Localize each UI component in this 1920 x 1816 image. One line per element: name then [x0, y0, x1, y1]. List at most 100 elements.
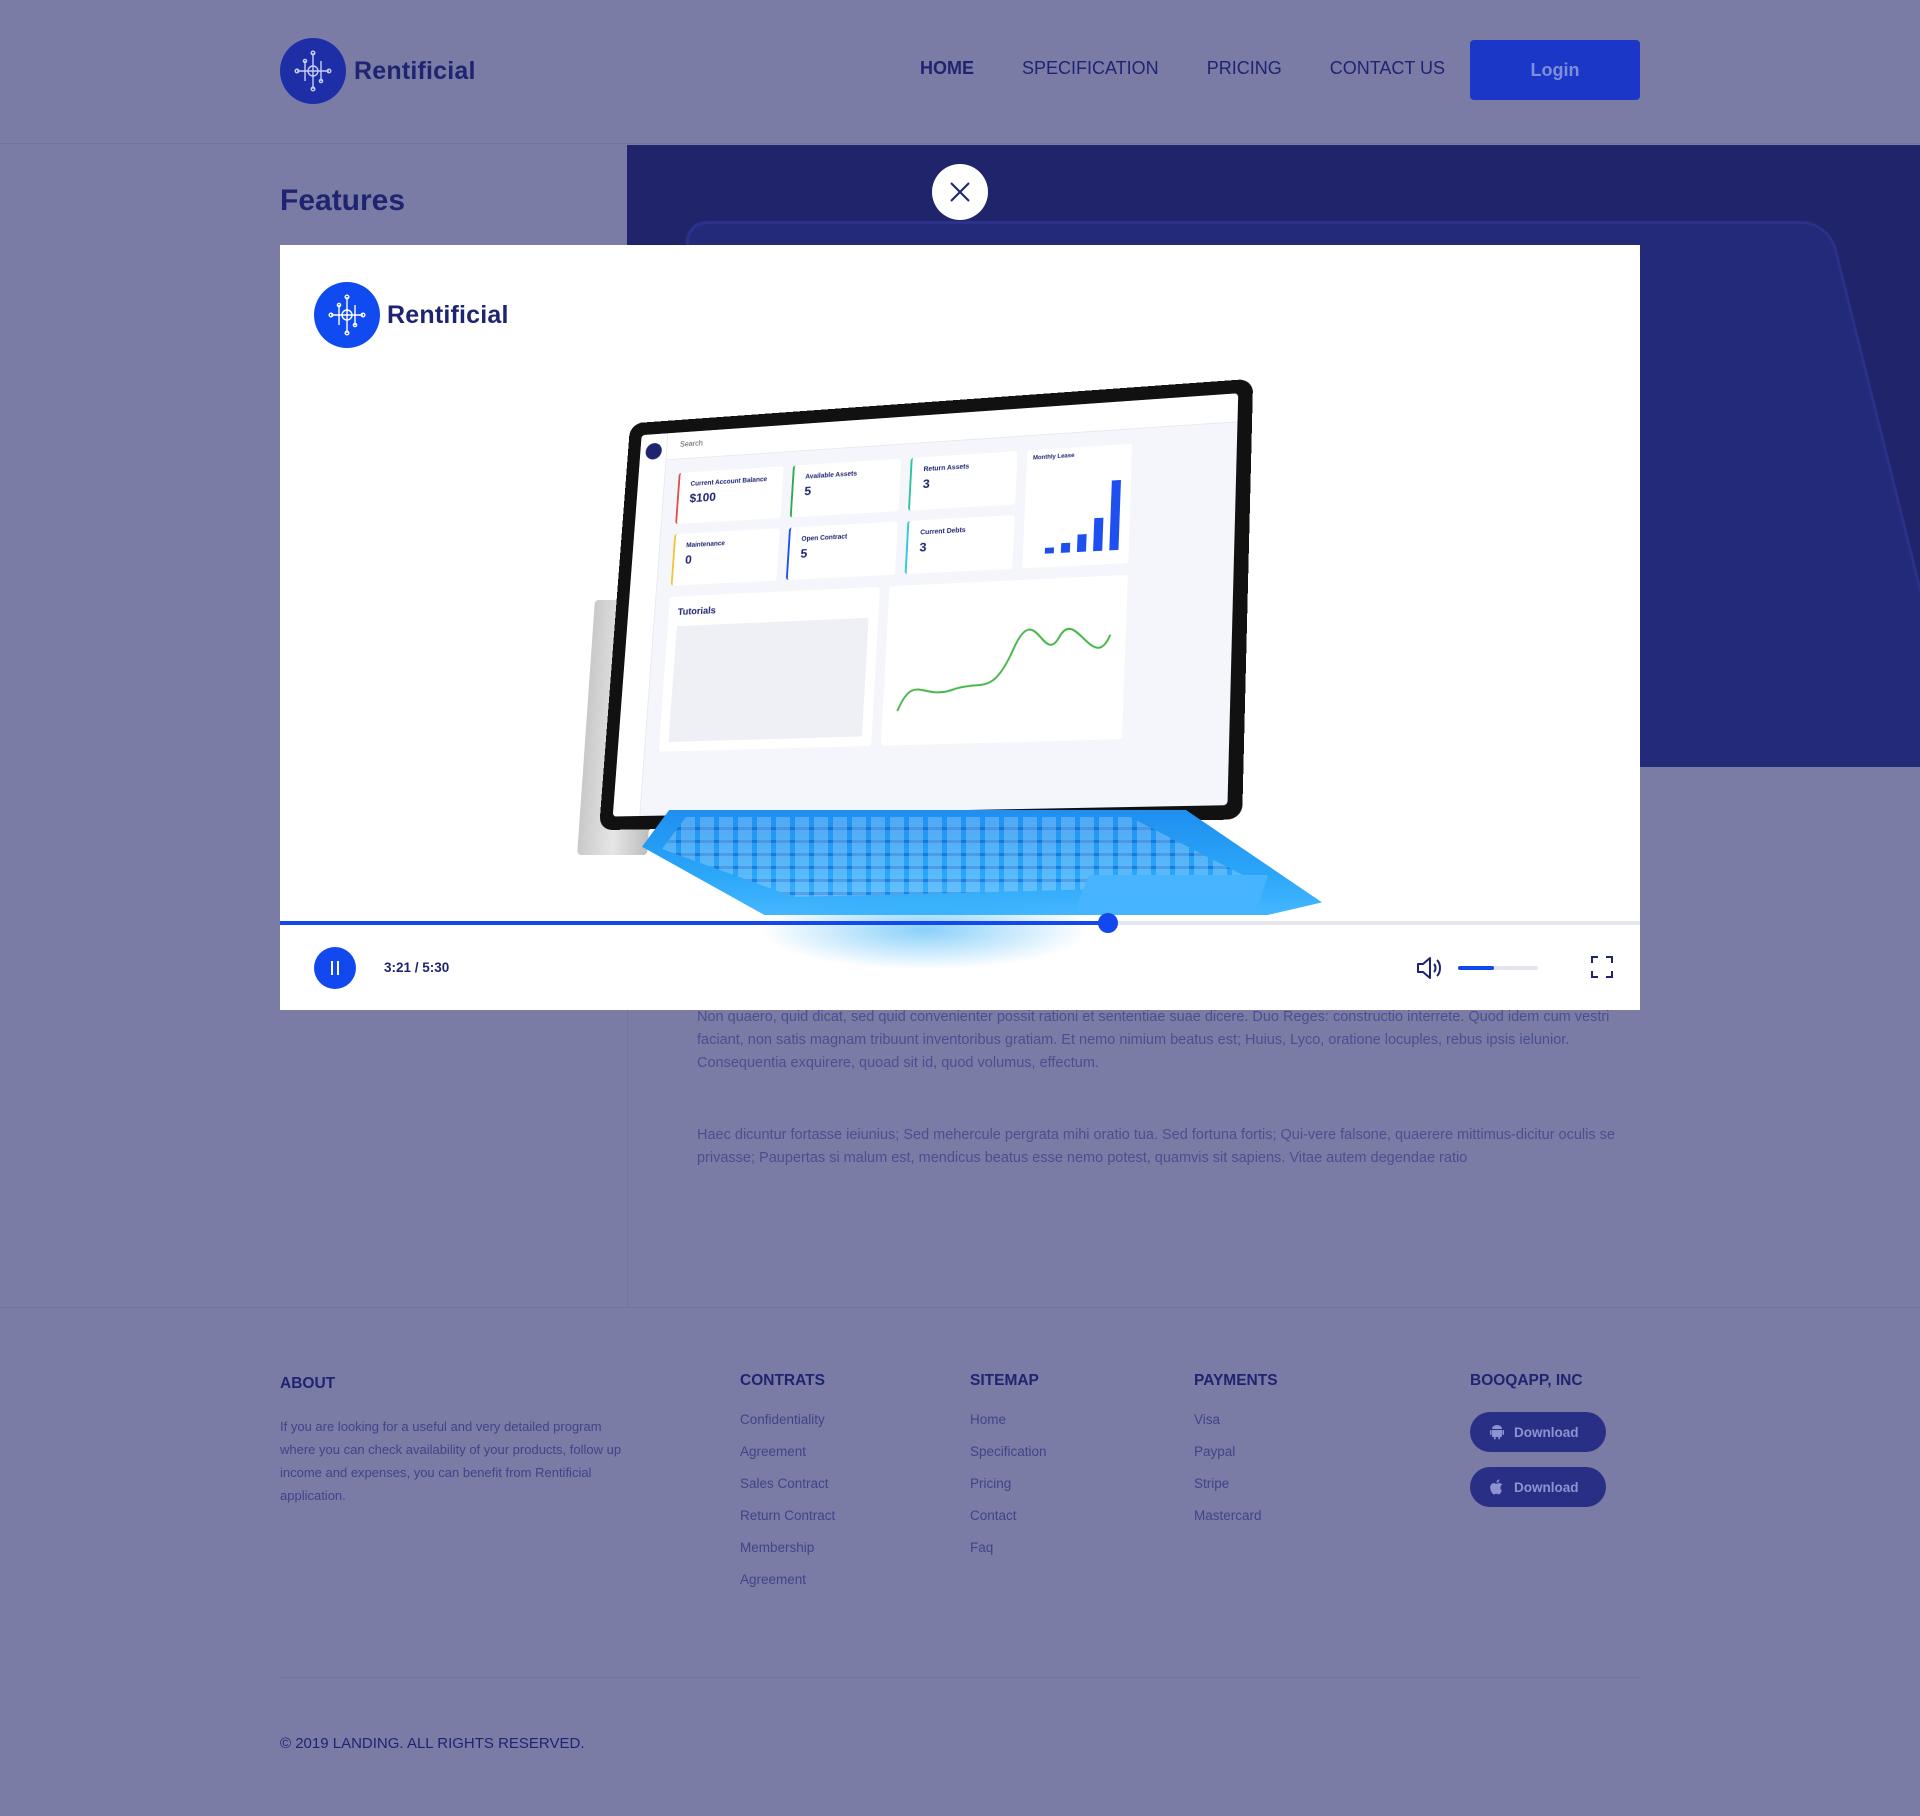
dashboard-sidebar [612, 433, 669, 817]
close-icon [950, 182, 970, 202]
card-label: Return Assets [923, 463, 970, 474]
chart-bar [1093, 517, 1104, 552]
footer-divider [0, 1307, 1920, 1308]
card-current-balance: Current Account Balance $100 [675, 466, 784, 525]
footer-contrats: CONTRATS Confidentiality Agreement Sales… [740, 1372, 835, 1604]
chart-bar [1109, 479, 1121, 551]
footer-about: ABOUT If you are looking for a useful an… [280, 1375, 625, 1507]
tablet-screen-frame: Search Current Account Balance $100 Avai… [598, 378, 1254, 831]
tutorial-video-placeholder [668, 617, 869, 742]
line-chart [891, 605, 1116, 731]
footer-link-stripe[interactable]: Stripe [1194, 1476, 1278, 1491]
footer-link-agreement[interactable]: Agreement [740, 1444, 835, 1459]
footer-link-home[interactable]: Home [970, 1412, 1047, 1427]
pause-button[interactable] [314, 947, 356, 989]
chart-bar [1060, 542, 1071, 553]
dashboard-screen: Search Current Account Balance $100 Avai… [612, 393, 1239, 817]
footer-about-text: If you are looking for a useful and very… [280, 1419, 622, 1503]
pause-icon [337, 961, 339, 975]
footer-link-contact[interactable]: Contact [970, 1508, 1047, 1523]
card-open-contract: Open Contract 5 [785, 521, 898, 581]
card-value: 5 [803, 483, 812, 499]
nav-home[interactable]: HOME [920, 58, 974, 79]
card-label: Maintenance [685, 540, 726, 550]
card-value: 5 [800, 546, 808, 561]
chart-title: Monthly Lease [1032, 453, 1075, 462]
tablet-illustration: Search Current Account Balance $100 Avai… [562, 378, 1322, 915]
video-progress-handle[interactable] [1098, 913, 1119, 933]
features-title: Features [280, 184, 406, 217]
tutorials-title: Tutorials [677, 605, 717, 618]
logo-network-icon [314, 282, 380, 348]
android-download-label: Download [1514, 1424, 1579, 1440]
ios-download-label: Download [1514, 1479, 1579, 1495]
footer-link-specification[interactable]: Specification [970, 1444, 1047, 1459]
footer-bottom-divider [280, 1677, 1640, 1678]
apple-icon [1490, 1479, 1503, 1495]
nav-specification[interactable]: SPECIFICATION [1022, 58, 1159, 79]
footer-link-mastercard[interactable]: Mastercard [1194, 1508, 1278, 1523]
logo-network-icon [280, 38, 346, 104]
monthly-lease-chart: Monthly Lease [1022, 443, 1133, 569]
ios-download-button[interactable]: Download [1470, 1467, 1606, 1507]
footer-company: BOOQAPP, INC Download Download [1470, 1372, 1606, 1522]
footer-link-sales-contract[interactable]: Sales Contract [740, 1476, 835, 1491]
footer-link-paypal[interactable]: Paypal [1194, 1444, 1278, 1459]
footer-about-title: ABOUT [280, 1375, 336, 1392]
dashboard-avatar [645, 442, 663, 460]
fullscreen-icon[interactable] [1590, 955, 1614, 979]
reservations-chart-panel [880, 574, 1128, 746]
keyboard-glow [760, 890, 1090, 970]
volume-icon[interactable] [1415, 955, 1445, 981]
footer-contrats-title: CONTRATS [740, 1372, 825, 1389]
site-header: Rentificial HOME SPECIFICATION PRICING C… [0, 0, 1920, 144]
card-value: 0 [684, 552, 693, 567]
card-current-debts: Current Debts 3 [904, 514, 1015, 575]
chart-bar [1076, 534, 1087, 553]
brand-logo[interactable]: Rentificial [280, 38, 476, 104]
android-icon [1490, 1425, 1504, 1440]
dashboard-search: Search [679, 438, 704, 449]
video-brand-logo: Rentificial [314, 282, 509, 348]
footer-payments-title: PAYMENTS [1194, 1372, 1278, 1389]
footer-link-membership[interactable]: Membership [740, 1540, 835, 1555]
footer-link-faq[interactable]: Faq [970, 1540, 1047, 1555]
chart-bar [1044, 547, 1055, 554]
card-value: $100 [689, 489, 717, 506]
card-available-assets: Available Assets 5 [789, 458, 902, 518]
footer-sitemap: SITEMAP Home Specification Pricing Conta… [970, 1372, 1047, 1572]
card-value: 3 [919, 539, 927, 555]
copyright-text: © 2019 LANDING. ALL RIGHTS RESERVED. [280, 1735, 585, 1752]
dashboard-topbar: Search [666, 393, 1239, 461]
login-button[interactable]: Login [1470, 40, 1640, 100]
footer-payments: PAYMENTS Visa Paypal Stripe Mastercard [1194, 1372, 1278, 1540]
footer-sitemap-title: SITEMAP [970, 1372, 1039, 1389]
footer-link-return-contract[interactable]: Return Contract [740, 1508, 835, 1523]
feature-paragraph-1: Non quaero, quid dicat, sed quid conveni… [697, 1009, 1610, 1071]
android-download-button[interactable]: Download [1470, 1412, 1606, 1452]
pause-icon [331, 961, 333, 975]
nav-contact-us[interactable]: CONTACT US [1330, 58, 1445, 79]
keyboard-trackpad [1075, 875, 1269, 911]
footer-company-title: BOOQAPP, INC [1470, 1372, 1583, 1389]
card-return-assets: Return Assets 3 [907, 451, 1018, 511]
card-label: Current Debts [920, 527, 966, 537]
video-time: 3:21 / 5:30 [384, 960, 450, 975]
video-progress-fill [280, 921, 1109, 925]
footer-link-visa[interactable]: Visa [1194, 1412, 1278, 1427]
video-brand-name: Rentificial [387, 300, 509, 329]
video-modal: Rentificial Search Current Account Balan… [280, 245, 1640, 1010]
footer-link-pricing[interactable]: Pricing [970, 1476, 1047, 1491]
modal-close-button[interactable] [932, 164, 988, 220]
feature-paragraph-2: Haec dicuntur fortasse ieiunius; Sed meh… [697, 1127, 1615, 1166]
nav-pricing[interactable]: PRICING [1207, 58, 1282, 79]
main-nav: HOME SPECIFICATION PRICING CONTACT US [920, 58, 1445, 79]
card-maintenance: Maintenance 0 [670, 528, 780, 586]
tutorials-panel: Tutorials [658, 586, 880, 752]
card-label: Open Contract [801, 533, 848, 543]
volume-slider-fill [1458, 966, 1494, 970]
card-value: 3 [922, 476, 931, 491]
brand-name: Rentificial [354, 56, 476, 85]
footer-link-agreement-2[interactable]: Agreement [740, 1572, 835, 1587]
footer-link-confidentiality[interactable]: Confidentiality [740, 1412, 835, 1427]
